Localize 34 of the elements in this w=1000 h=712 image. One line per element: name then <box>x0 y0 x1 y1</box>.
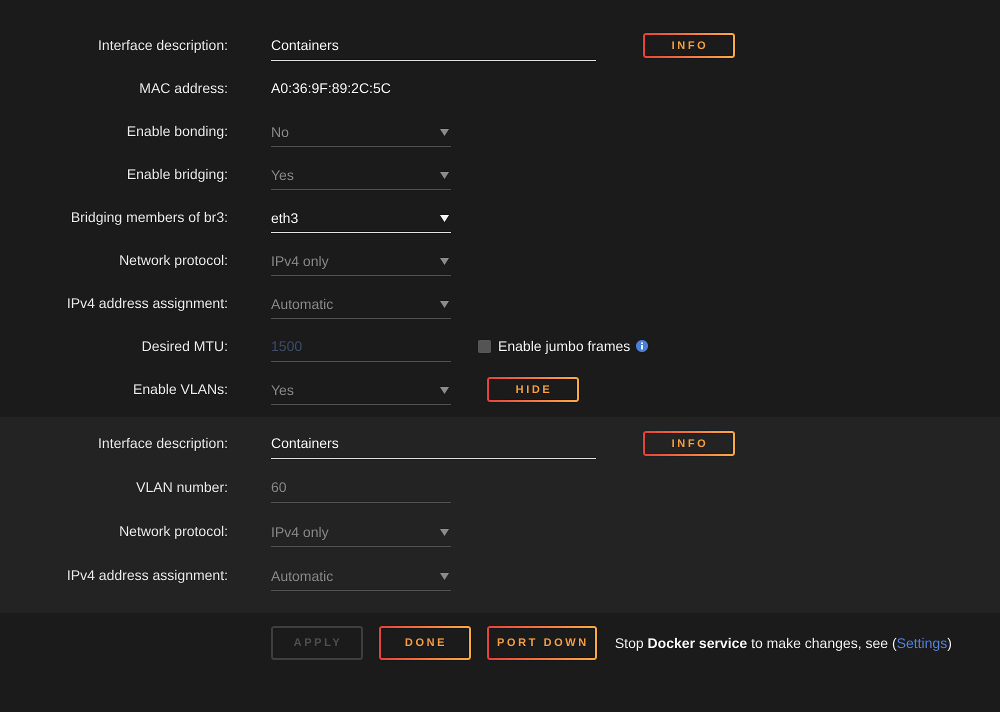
field-label: Interface description: <box>97 434 228 453</box>
field-label: MAC address: <box>138 79 228 98</box>
checkbox[interactable] <box>478 340 491 352</box>
field-label: IPv4 address assignment: <box>66 566 228 585</box>
caret-icon <box>440 172 449 178</box>
field-label: Interface description: <box>97 36 228 55</box>
port-down-button[interactable]: PORT DOWN <box>487 626 597 660</box>
field-label: Network protocol: <box>118 251 228 270</box>
field-label: VLAN number: <box>135 478 228 497</box>
info-button[interactable]: INFO <box>643 33 735 58</box>
caret-icon <box>440 300 449 308</box>
caret-icon <box>440 528 449 536</box>
text-field[interactable]: Containers <box>271 430 596 459</box>
field-label: Network protocol: <box>118 522 228 541</box>
caret-icon <box>440 128 449 136</box>
field-label: Enable bridging: <box>126 165 228 184</box>
mac-address-text: A0:36:9F:89:2C:5C <box>271 79 391 98</box>
status-message: Stop Docker service to make changes, see (Settings) <box>614 635 952 651</box>
field-label: Desired MTU: <box>140 337 228 356</box>
field-label: Enable VLANs: <box>132 380 228 399</box>
hide-button[interactable]: HIDE <box>487 377 579 402</box>
caret-icon <box>440 572 449 580</box>
text-field[interactable]: Containers <box>271 32 596 61</box>
settings-link[interactable]: Settings <box>896 635 948 651</box>
done-button[interactable]: DONE <box>379 626 471 660</box>
caret-icon <box>440 386 449 394</box>
caret-icon <box>440 258 449 264</box>
info-button[interactable]: INFO <box>643 431 735 456</box>
checkbox-label: Enable jumbo frames <box>498 337 630 356</box>
dropdown[interactable]: eth3 <box>271 204 451 233</box>
field-label: Enable bonding: <box>126 122 228 141</box>
caret-icon <box>440 214 449 222</box>
field-label: Bridging members of br3: <box>70 208 228 227</box>
field-label: IPv4 address assignment: <box>66 294 228 313</box>
